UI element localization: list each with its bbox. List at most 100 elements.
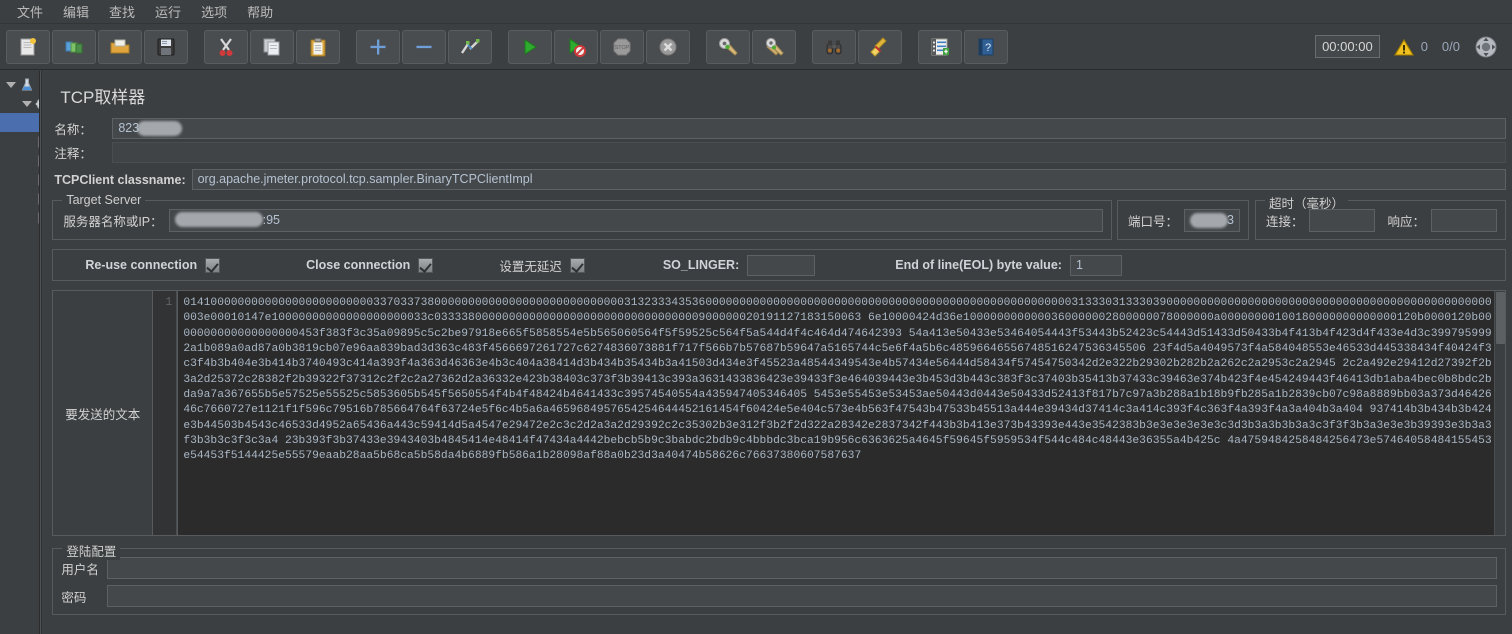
username-label: 用户名 [61, 562, 99, 577]
toolbar-clear-all[interactable] [752, 29, 796, 64]
help-book-icon: ? [975, 36, 997, 58]
eol-option: End of line(EOL) byte value: 1 [895, 254, 1122, 276]
payload-textarea[interactable]: 0141000000000000000000000000337033738000… [177, 291, 1494, 535]
menu-help[interactable]: 帮助 [238, 0, 282, 24]
so-linger-label: SO_LINGER: [662, 258, 740, 272]
warning-triangle-icon [1393, 38, 1414, 56]
clear-icon [717, 36, 739, 58]
toolbar-save[interactable] [144, 29, 188, 64]
nodelay-checkbox[interactable] [569, 257, 585, 273]
server-value-text: :95 [262, 213, 281, 227]
tree-node-aggregate-report-cn[interactable]: 聚合报告 [0, 189, 39, 208]
username-input[interactable] [107, 557, 1497, 579]
name-label: 名称： [54, 123, 92, 137]
response-timeout-label: 响应： [1387, 215, 1425, 229]
payload-scrollbar-thumb[interactable] [1496, 292, 1505, 344]
response-timeout-input[interactable] [1431, 209, 1497, 232]
minus-icon [413, 36, 435, 58]
redaction-block [1189, 213, 1228, 228]
toolbar-copy[interactable] [250, 29, 294, 64]
paste-clipboard-icon [307, 36, 329, 58]
reuse-connection-label: Re-use connection [85, 258, 198, 272]
close-connection-checkbox[interactable] [418, 257, 434, 273]
toolbar-cut[interactable] [204, 29, 248, 64]
tree-node-thread-group[interactable]: Thread Group [0, 94, 39, 113]
toolbar-reset-search[interactable] [858, 29, 902, 64]
new-document-icon [17, 36, 39, 58]
toolbar-clear[interactable] [706, 29, 750, 64]
menu-search[interactable]: 查找 [100, 0, 144, 24]
toolbar-paste[interactable] [296, 29, 340, 64]
port-group: 端口号： 3 [1116, 200, 1249, 240]
toolbar-function-helper[interactable] [918, 29, 962, 64]
expand-arrows-icon[interactable] [1474, 35, 1498, 59]
so-linger-input[interactable] [747, 254, 816, 276]
connect-timeout-label: 连接： [1265, 215, 1304, 229]
templates-icon [63, 36, 85, 58]
twisty-test-plan[interactable] [4, 81, 18, 88]
toolbar-search[interactable] [812, 29, 856, 64]
toolbar-stop[interactable]: STOP [600, 29, 644, 64]
cut-scissors-icon [215, 36, 237, 58]
payload-vertical-scrollbar[interactable] [1494, 291, 1505, 535]
port-input[interactable]: 3 [1183, 209, 1240, 232]
name-input[interactable]: 823 [112, 118, 1506, 139]
reuse-connection-checkbox[interactable] [205, 257, 221, 273]
toolbar: STOP ? 00:00:00 0 0/0 [0, 24, 1512, 70]
timeout-group: 超时（毫秒） 连接： 响应： [1254, 193, 1506, 240]
menu-run[interactable]: 运行 [146, 0, 190, 24]
shutdown-icon [657, 36, 679, 58]
classname-select[interactable]: org.apache.jmeter.protocol.tcp.sampler.B… [191, 169, 1506, 190]
toolbar-toggle[interactable] [448, 29, 492, 64]
toolbar-shutdown[interactable] [646, 29, 690, 64]
server-input[interactable]: :95 [168, 209, 1103, 232]
warning-indicator[interactable]: 0 [1393, 38, 1428, 56]
toolbar-templates[interactable] [52, 29, 96, 64]
close-connection-option[interactable]: Close connection [306, 257, 434, 273]
copy-icon [261, 36, 283, 58]
nodelay-option[interactable]: 设置无延迟 [499, 256, 585, 275]
tree-node-summary-report[interactable]: Summary Report [0, 151, 39, 170]
toolbar-new[interactable] [6, 29, 50, 64]
plus-icon [367, 36, 389, 58]
port-value-text: 3 [1227, 213, 1234, 227]
payload-area: 要发送的文本 1 0141000000000000000000000000337… [52, 290, 1506, 536]
password-input[interactable] [107, 585, 1497, 607]
reuse-connection-option[interactable]: Re-use connection [85, 257, 221, 273]
menu-edit[interactable]: 编辑 [54, 0, 98, 24]
sampler-config-panel: TCP取样器 名称： 823 注释： TCPClient classname: … [42, 71, 1512, 634]
tree-node-tcp-sampler[interactable]: 823 [0, 113, 39, 132]
tree-node-view-results-in-table[interactable]: 用表格察看结果 [0, 208, 39, 227]
toolbar-start-no-pauses[interactable] [554, 29, 598, 64]
menu-bar: 文件 编辑 查找 运行 选项 帮助 [0, 0, 1512, 24]
toolbar-start[interactable] [508, 29, 552, 64]
menu-file[interactable]: 文件 [8, 0, 52, 24]
save-floppy-icon [155, 36, 177, 58]
target-server-group-title: Target Server [62, 193, 146, 207]
tree-node-view-results-tree[interactable]: View Results Tree [0, 132, 39, 151]
tree-node-test-plan[interactable]: Test Plan [0, 75, 39, 94]
login-config-group-title: 登陆配置 [62, 541, 121, 560]
warning-count: 0 [1420, 39, 1428, 54]
toolbar-collapse-all[interactable] [402, 29, 446, 64]
broom-icon [869, 36, 891, 58]
toolbar-open[interactable] [98, 29, 142, 64]
password-label: 密码 [61, 590, 87, 605]
comment-label: 注释： [54, 147, 92, 161]
payload-editor[interactable]: 1 01410000000000000000000000003370337380… [153, 291, 1505, 535]
target-server-group: Target Server 服务器名称或IP： :95 [52, 193, 1112, 240]
twisty-thread-group[interactable] [20, 100, 34, 107]
toolbar-expand-all[interactable] [356, 29, 400, 64]
tree-node-aggregate-report[interactable]: Aggregate Report [0, 170, 39, 189]
close-connection-label: Close connection [306, 258, 411, 272]
toolbar-help[interactable]: ? [964, 29, 1008, 64]
comment-input[interactable] [112, 142, 1506, 163]
connect-timeout-input[interactable] [1309, 209, 1376, 232]
payload-line-numbers: 1 [153, 291, 178, 535]
clear-all-icon [763, 36, 785, 58]
eol-input[interactable]: 1 [1069, 254, 1122, 276]
menu-options[interactable]: 选项 [192, 0, 236, 24]
classname-label: TCPClient classname: [54, 172, 186, 187]
svg-text:?: ? [985, 42, 991, 54]
name-row: 名称： 823 [52, 118, 1506, 139]
